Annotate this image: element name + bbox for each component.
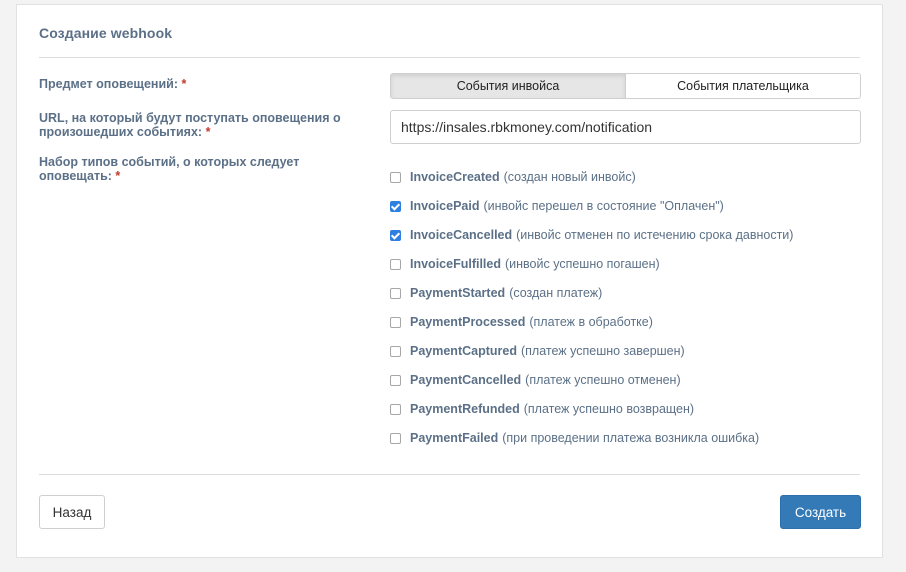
event-item-payment-started: PaymentStarted (создан платеж) (390, 278, 793, 307)
event-item-invoice-paid: InvoicePaid (инвойс перешел в состояние … (390, 191, 793, 220)
event-checkbox[interactable] (390, 404, 401, 415)
event-checkbox[interactable] (390, 346, 401, 357)
event-item-invoice-cancelled: InvoiceCancelled (инвойс отменен по исте… (390, 220, 793, 249)
event-checkbox[interactable] (390, 201, 401, 212)
event-item-payment-failed: PaymentFailed (при проведении платежа во… (390, 423, 793, 452)
divider (39, 57, 860, 58)
event-desc: (при проведении платежа возникла ошибка) (502, 430, 760, 445)
event-item-payment-cancelled: PaymentCancelled (платеж успешно отменен… (390, 365, 793, 394)
event-item-payment-captured: PaymentCaptured (платеж успешно завершен… (390, 336, 793, 365)
event-checkbox[interactable] (390, 375, 401, 386)
url-label-text: URL, на который будут поступать оповещен… (39, 111, 341, 139)
event-desc: (инвойс перешел в состояние "Оплачен") (483, 198, 724, 213)
event-desc: (создан платеж) (509, 285, 603, 300)
event-desc: (платеж успешно завершен) (520, 343, 685, 358)
required-mark: * (181, 77, 187, 91)
event-checkbox[interactable] (390, 317, 401, 328)
events-label: Набор типов событий, о которых следует о… (39, 155, 369, 183)
back-button[interactable]: Назад (39, 495, 105, 529)
event-name: PaymentFailed (410, 430, 499, 445)
event-desc: (инвойс успешно погашен) (505, 256, 660, 271)
event-item-invoice-fulfilled: InvoiceFulfilled (инвойс успешно погашен… (390, 249, 793, 278)
subject-label-text: Предмет оповещений: (39, 77, 179, 91)
toggle-invoice-events[interactable]: События инвойса (391, 74, 625, 98)
event-desc: (инвойс отменен по истечению срока давно… (516, 227, 794, 242)
event-name: PaymentCaptured (410, 343, 517, 358)
event-checkbox[interactable] (390, 288, 401, 299)
required-mark: * (115, 169, 121, 183)
event-name: PaymentCancelled (410, 372, 522, 387)
event-list: InvoiceCreated (создан новый инвойс) Inv… (390, 162, 793, 452)
event-name: InvoicePaid (410, 198, 480, 213)
subject-toggle: События инвойса События плательщика (390, 73, 861, 99)
event-name: PaymentRefunded (410, 401, 520, 416)
panel-title: Создание webhook (39, 25, 173, 41)
toggle-payer-events[interactable]: События плательщика (626, 74, 860, 98)
event-item-invoice-created: InvoiceCreated (создан новый инвойс) (390, 162, 793, 191)
event-name: InvoiceCreated (410, 169, 500, 184)
events-label-text: Набор типов событий, о которых следует о… (39, 155, 300, 183)
event-checkbox[interactable] (390, 172, 401, 183)
event-item-payment-processed: PaymentProcessed (платеж в обработке) (390, 307, 793, 336)
url-input[interactable] (390, 110, 861, 144)
event-checkbox[interactable] (390, 433, 401, 444)
url-label: URL, на который будут поступать оповещен… (39, 111, 369, 139)
event-desc: (платеж успешно возвращен) (523, 401, 695, 416)
event-checkbox[interactable] (390, 259, 401, 270)
event-checkbox[interactable] (390, 230, 401, 241)
create-button[interactable]: Создать (780, 495, 861, 529)
subject-label: Предмет оповещений: * (39, 77, 369, 91)
webhook-panel: Создание webhook Предмет оповещений: * С… (16, 4, 883, 558)
event-name: InvoiceCancelled (410, 227, 513, 242)
event-desc: (платеж успешно отменен) (525, 372, 681, 387)
event-name: InvoiceFulfilled (410, 256, 501, 271)
event-desc: (платеж в обработке) (529, 314, 653, 329)
event-name: PaymentProcessed (410, 314, 526, 329)
divider (39, 474, 860, 475)
event-desc: (создан новый инвойс) (503, 169, 636, 184)
event-name: PaymentStarted (410, 285, 506, 300)
event-item-payment-refunded: PaymentRefunded (платеж успешно возвраще… (390, 394, 793, 423)
required-mark: * (205, 125, 211, 139)
